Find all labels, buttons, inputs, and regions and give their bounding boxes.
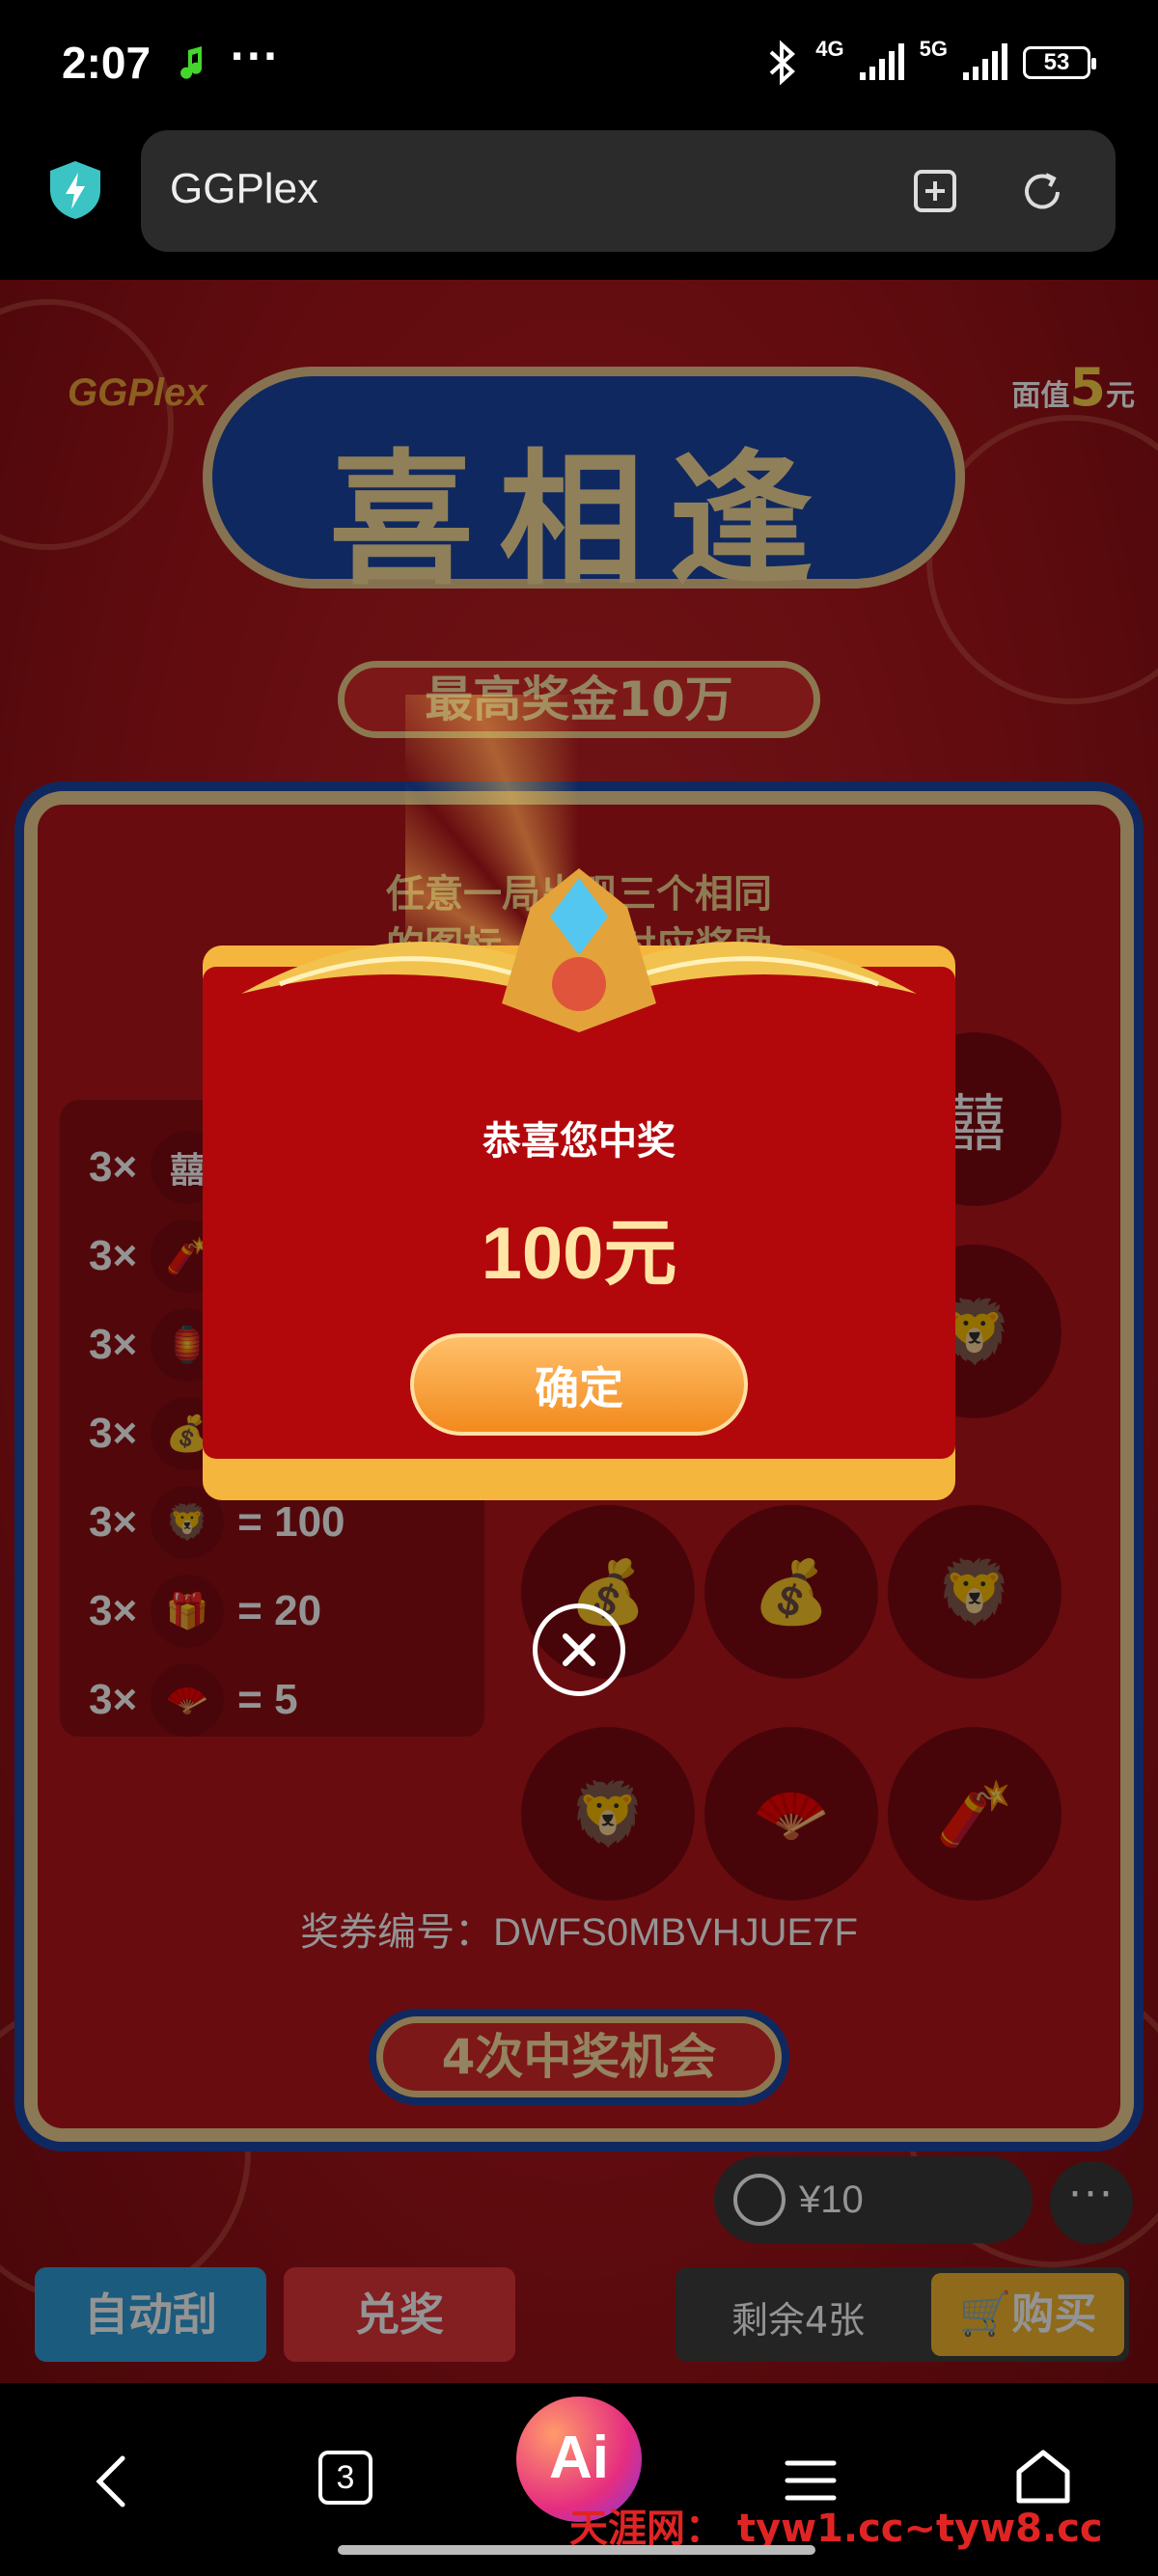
golden-crest-decoration — [241, 868, 917, 1032]
confirm-button[interactable]: 确定 — [410, 1333, 748, 1436]
music-icon — [180, 46, 203, 79]
refresh-icon[interactable] — [1019, 169, 1065, 215]
add-bookmark-icon[interactable] — [913, 169, 957, 213]
bluetooth-icon — [769, 40, 796, 86]
shield-icon[interactable] — [46, 159, 104, 221]
status-time: 2:07 — [62, 38, 152, 88]
tabs-button[interactable]: 3 — [318, 2451, 372, 2505]
status-bar: 2:07 ··· 4G 5G 53 — [0, 0, 1158, 130]
signal-icon — [859, 43, 904, 80]
url-text[interactable]: GGPlex — [170, 165, 318, 213]
close-icon — [563, 1633, 595, 1666]
home-indicator[interactable] — [338, 2545, 815, 2555]
browser-toolbar: GGPlex — [0, 130, 1158, 280]
status-overflow-dots: ··· — [230, 35, 280, 79]
address-bar[interactable]: GGPlex — [141, 130, 1116, 252]
network-5g-label: 5G — [919, 37, 948, 61]
network-4g-label: 4G — [815, 37, 844, 61]
signal-icon — [963, 43, 1007, 80]
browser-bottom-nav: 3 Ai 天涯网： tyw1.cc~tyw8.cc — [0, 2383, 1158, 2576]
win-amount: 100元 — [481, 1213, 677, 1295]
win-dialog-title: 恭喜您中奖 — [482, 1119, 676, 1164]
back-arrow-icon[interactable] — [92, 2453, 130, 2510]
battery-icon: 53 — [1023, 46, 1096, 79]
close-dialog-button[interactable] — [533, 1603, 625, 1696]
battery-level: 53 — [1043, 49, 1070, 75]
